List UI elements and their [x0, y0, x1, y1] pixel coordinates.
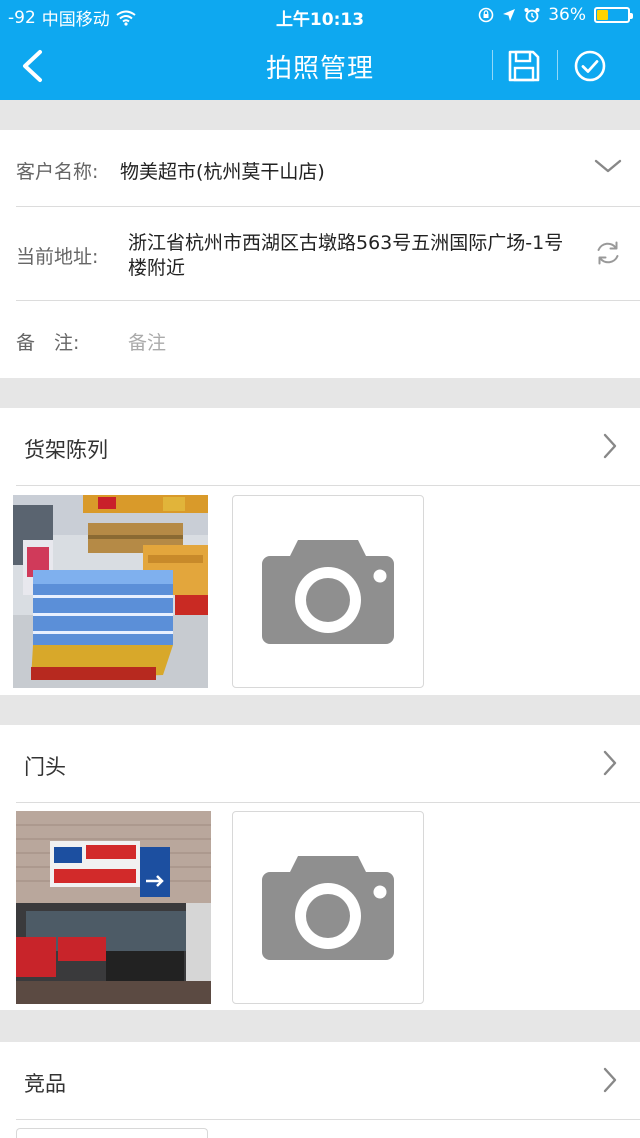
photo-thumbnail[interactable] — [16, 811, 211, 1004]
section-header[interactable]: 门头 — [0, 725, 640, 803]
camera-icon — [262, 539, 394, 644]
address-row: 当前地址: 浙江省杭州市西湖区古墩路563号五洲国际广场-1号楼附近 — [0, 207, 640, 301]
rotation-lock-icon — [478, 7, 494, 23]
photo-section-shelf: 货架陈列 — [0, 408, 640, 695]
add-photo-button[interactable] — [232, 811, 424, 1004]
customer-value[interactable]: 物美超市(杭州莫干山店) — [120, 157, 325, 184]
chevron-right-icon — [603, 1067, 617, 1093]
divider — [16, 485, 640, 486]
battery-percent: 36% — [548, 5, 586, 25]
nav-bar: 拍照管理 — [0, 32, 640, 100]
location-arrow-icon — [503, 9, 516, 21]
divider — [16, 1119, 640, 1120]
chevron-down-icon[interactable] — [594, 156, 622, 176]
nav-divider — [492, 50, 493, 80]
photo-section-storefront: 门头 — [0, 725, 640, 1010]
status-bar: -92 中国移动 上午10:13 36% — [0, 0, 640, 32]
floppy-disk-icon — [508, 50, 540, 82]
shelf-display-photo — [13, 495, 208, 688]
battery-icon — [594, 7, 633, 23]
section-header[interactable]: 货架陈列 — [0, 408, 640, 486]
section-title: 竞品 — [24, 1072, 66, 1096]
top-bar: -92 中国移动 上午10:13 36% 拍照管理 — [0, 0, 640, 100]
section-header[interactable]: 竞品 — [0, 1042, 640, 1120]
chevron-right-icon — [603, 750, 617, 776]
section-title: 货架陈列 — [24, 438, 108, 462]
battery-fill — [597, 10, 608, 20]
confirm-button[interactable] — [566, 42, 614, 90]
nav-divider — [557, 50, 558, 80]
divider — [16, 802, 640, 803]
alarm-icon — [524, 8, 540, 23]
refresh-icon[interactable] — [594, 239, 622, 267]
note-input[interactable]: 备注 — [128, 328, 166, 355]
address-label: 当前地址: — [16, 246, 99, 268]
info-form: 客户名称: 物美超市(杭州莫干山店) 当前地址: 浙江省杭州市西湖区古墩路563… — [0, 130, 640, 378]
section-title: 门头 — [24, 755, 66, 779]
camera-icon — [262, 855, 394, 960]
customer-row[interactable]: 客户名称: 物美超市(杭州莫干山店) — [0, 130, 640, 207]
chevron-right-icon — [603, 433, 617, 459]
check-circle-icon — [574, 50, 606, 82]
status-right: 36% — [478, 5, 633, 25]
add-photo-button[interactable] — [232, 495, 424, 688]
address-value: 浙江省杭州市西湖区古墩路563号五洲国际广场-1号楼附近 — [128, 232, 564, 279]
note-label: 备 注: — [16, 332, 80, 354]
photo-slot[interactable] — [16, 1128, 208, 1138]
photo-thumbnail[interactable] — [13, 495, 208, 688]
storefront-photo — [16, 811, 211, 1004]
save-button[interactable] — [500, 42, 548, 90]
photo-section-competitor: 竞品 — [0, 1042, 640, 1138]
customer-label: 客户名称: — [16, 161, 99, 183]
note-row[interactable]: 备 注: 备注 — [0, 301, 640, 378]
